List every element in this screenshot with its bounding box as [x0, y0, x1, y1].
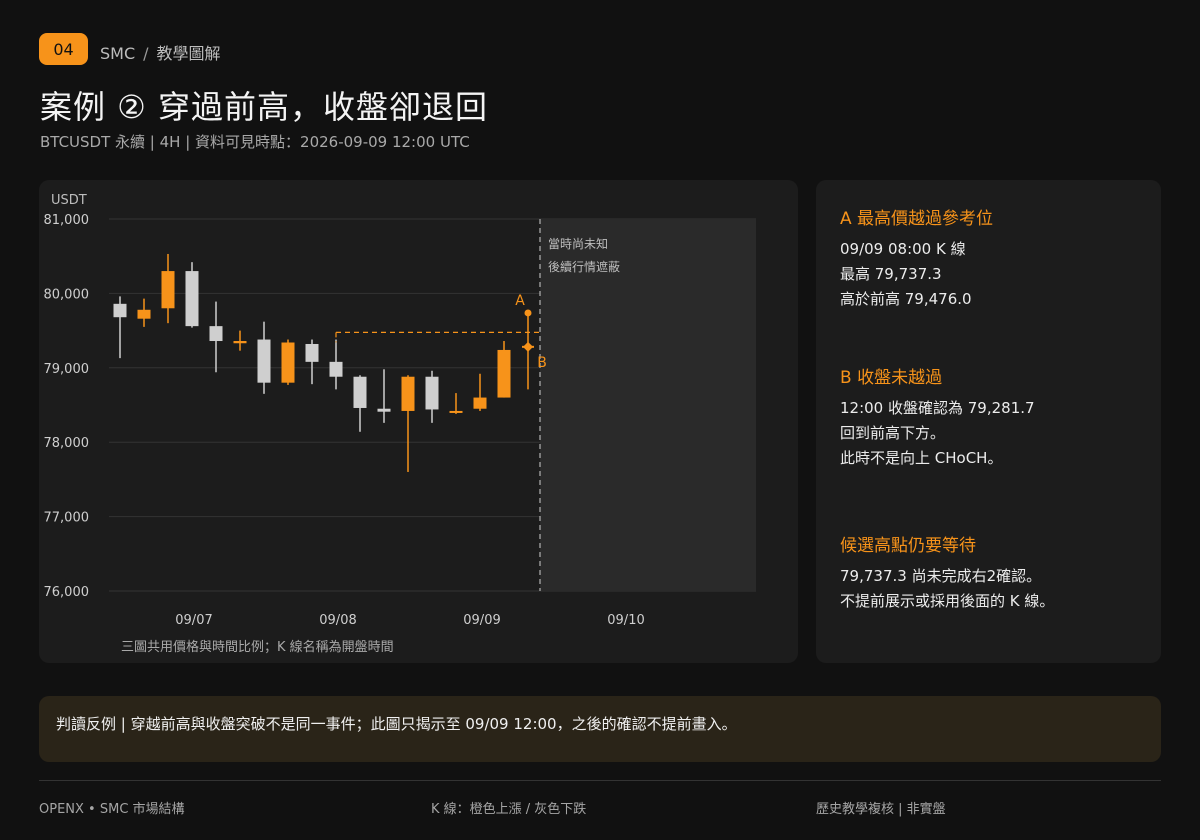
breadcrumb: SMC / 教學圖解 [100, 40, 221, 64]
y-tick-label: 76,000 [44, 585, 90, 600]
candle-body [497, 349, 511, 398]
candle-body [137, 309, 151, 319]
footer-brand: OPENX • SMC 市場結構 [39, 802, 185, 817]
chart-panel: 當時尚未知 後續行情遮蔽 USDT 81,000 80,000 79,000 78,0… [39, 180, 798, 663]
candle [425, 370, 439, 423]
page-title: 案例 ② 穿過前高，收盤卻退回 [40, 88, 489, 126]
marker-b-diamond [523, 341, 533, 352]
section-a-line: 高於前高 79,476.0 [840, 290, 972, 308]
candle [233, 330, 247, 351]
breadcrumb-separator: / [143, 44, 149, 63]
section-b-line: 12:00 收盤確認為 79,281.7 [840, 399, 1035, 417]
x-tick-label: 09/09 [463, 613, 500, 628]
candle-body [401, 376, 415, 411]
candle [305, 339, 319, 385]
footer-disclaimer: 歷史教學複核 | 非實盤 [816, 802, 946, 817]
x-tick-label: 09/07 [175, 613, 212, 628]
marker-b-label: B [537, 355, 547, 371]
x-tick-label: 09/10 [607, 613, 644, 628]
section-b-line: 回到前高下方。 [840, 424, 946, 442]
candle [329, 339, 343, 390]
candle [161, 253, 175, 324]
breadcrumb-section[interactable]: SMC [100, 44, 135, 63]
candle-body [329, 361, 343, 377]
candle-body [353, 376, 367, 408]
section-c-line: 不提前展示或採用後面的 K 線。 [840, 592, 1055, 610]
y-tick-label: 81,000 [44, 213, 90, 228]
section-a-title: A 最高價越過參考位 [840, 209, 994, 229]
candle [473, 373, 487, 411]
candle [209, 301, 223, 373]
marker-a-label: A [515, 293, 525, 309]
candle [497, 341, 511, 398]
hidden-future-zone [540, 219, 756, 591]
candle [401, 375, 415, 472]
candle [113, 296, 127, 359]
candle-body [473, 397, 487, 409]
candle [137, 298, 151, 327]
y-tick-label: 77,000 [44, 511, 90, 526]
y-tick-label: 78,000 [44, 436, 90, 451]
section-b-body: 12:00 收盤確認為 79,281.7 回到前高下方。 此時不是向上 CHoC… [840, 396, 1035, 471]
page-subtitle: BTCUSDT 永續 | 4H | 資料可見時點：2026-09-09 12:0… [40, 133, 470, 151]
candle [377, 369, 391, 423]
section-a-body: 09/09 08:00 K 線 最高 79,737.3 高於前高 79,476.… [840, 237, 972, 312]
candle-body [281, 342, 295, 383]
candle [185, 262, 199, 328]
y-axis-label: USDT [51, 193, 87, 208]
candlestick-chart: 當時尚未知 後續行情遮蔽 USDT 81,000 80,000 79,000 78,0… [44, 193, 756, 655]
breadcrumb-page: 教學圖解 [156, 44, 221, 63]
candle-body [425, 376, 439, 410]
note-text: 判讀反例 | 穿越前高與收盤突破不是同一事件；此圖只揭示至 09/09 12:0… [56, 715, 737, 733]
section-b-line: 此時不是向上 CHoCH。 [840, 449, 1003, 467]
candle-body [185, 271, 199, 327]
candle-body [209, 326, 223, 342]
candle-body [377, 408, 391, 412]
section-c-title: 候選高點仍要等待 [840, 536, 976, 556]
candle-body [305, 343, 319, 362]
y-tick-label: 79,000 [44, 362, 90, 377]
candle [449, 393, 463, 414]
section-a-line: 最高 79,737.3 [840, 265, 942, 283]
x-tick-label: 09/08 [319, 613, 356, 628]
hidden-zone-label: 當時尚未知 [548, 237, 608, 251]
candle [281, 339, 295, 385]
section-b-title: B 收盤未越過 [840, 368, 943, 388]
step-badge: 04 [39, 33, 88, 65]
explanation-panel: A 最高價越過參考位 09/09 08:00 K 線 最高 79,737.3 高… [816, 180, 1161, 663]
footer-legend: K 線：橙色上漲 / 灰色下跌 [431, 802, 587, 817]
marker-a-dot [524, 309, 532, 317]
candle [257, 321, 271, 394]
candle-body [257, 339, 271, 383]
footer-divider [39, 780, 1161, 781]
candle-body [449, 410, 463, 413]
candle [353, 375, 367, 432]
section-c-body: 79,737.3 尚未完成右2確認。 不提前展示或採用後面的 K 線。 [840, 564, 1054, 614]
candle-body [161, 271, 175, 309]
candle-body [113, 303, 127, 318]
hidden-zone-label: 後續行情遮蔽 [548, 259, 620, 274]
candle-body [233, 341, 247, 344]
chart-caption: 三圖共用價格與時間比例；K 線名稱為開盤時間 [121, 639, 394, 655]
section-a-line: 09/09 08:00 K 線 [840, 240, 966, 258]
section-c-line: 79,737.3 尚未完成右2確認。 [840, 567, 1042, 585]
y-tick-label: 80,000 [44, 287, 90, 302]
